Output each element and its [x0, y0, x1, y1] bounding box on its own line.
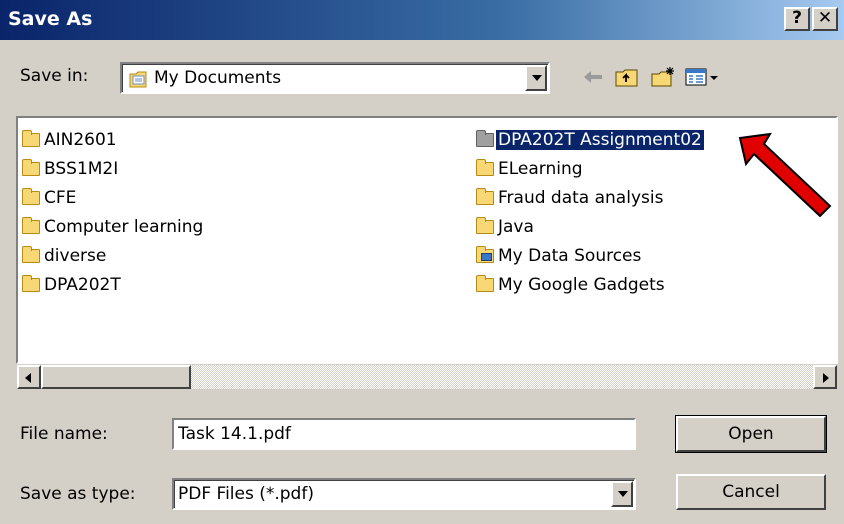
folder-icon [476, 188, 494, 205]
list-item[interactable]: diverse [22, 244, 108, 268]
save-type-value: PDF Files (*.pdf) [178, 484, 314, 504]
scroll-right-button[interactable] [813, 365, 837, 389]
annotation-arrow-icon [738, 132, 832, 218]
folder-icon [476, 217, 494, 234]
list-item[interactable]: DPA202T [22, 273, 123, 297]
save-in-dropdown-button[interactable] [525, 65, 547, 91]
list-item[interactable]: Fraud data analysis [476, 186, 665, 210]
save-in-label: Save in: [20, 66, 89, 86]
save-type-dropdown[interactable]: PDF Files (*.pdf) [172, 478, 636, 510]
folder-icon [22, 188, 40, 205]
save-in-value: My Documents [154, 68, 282, 88]
list-item[interactable]: CFE [22, 186, 78, 210]
open-button[interactable]: Open [675, 415, 827, 453]
up-folder-icon[interactable] [614, 66, 640, 88]
list-item[interactable]: My Google Gadgets [476, 273, 667, 297]
view-menu-icon[interactable] [684, 66, 720, 88]
title-bar[interactable]: Save As ? ✕ [0, 0, 844, 40]
folder-icon [476, 275, 494, 292]
list-item[interactable]: My Data Sources [476, 244, 643, 268]
list-item[interactable]: Computer learning [22, 215, 205, 239]
folder-icon [22, 246, 40, 263]
horizontal-scrollbar[interactable] [16, 364, 838, 390]
window-title: Save As [8, 8, 93, 30]
folder-icon [476, 130, 494, 147]
list-item[interactable]: Java [476, 215, 536, 239]
folder-icon [22, 275, 40, 292]
folder-icon [476, 159, 494, 176]
save-in-dropdown[interactable]: My Documents [120, 62, 550, 94]
back-icon[interactable] [580, 66, 606, 88]
scroll-left-button[interactable] [17, 365, 41, 389]
arrow-right-icon [823, 373, 829, 383]
list-item[interactable]: ELearning [476, 157, 585, 181]
data-sources-icon [476, 246, 494, 263]
help-button[interactable]: ? [784, 7, 810, 31]
cancel-button[interactable]: Cancel [676, 474, 826, 510]
scroll-thumb[interactable] [41, 365, 191, 389]
list-item-selected[interactable]: DPA202T Assignment02 [476, 128, 705, 152]
folder-icon [22, 130, 40, 147]
arrow-left-icon [25, 373, 31, 383]
close-button[interactable]: ✕ [812, 7, 838, 31]
file-name-label: File name: [20, 424, 108, 444]
new-folder-icon[interactable] [650, 66, 676, 88]
folder-icon [22, 217, 40, 234]
file-name-input[interactable] [172, 418, 636, 450]
file-list[interactable]: AIN2601 BSS1M2I CFE Computer learning di… [16, 116, 838, 364]
my-documents-icon [128, 69, 150, 94]
folder-icon [22, 159, 40, 176]
list-item[interactable]: AIN2601 [22, 128, 119, 152]
save-type-dropdown-button[interactable] [611, 481, 633, 507]
list-item[interactable]: BSS1M2I [22, 157, 120, 181]
save-type-label: Save as type: [20, 484, 136, 504]
